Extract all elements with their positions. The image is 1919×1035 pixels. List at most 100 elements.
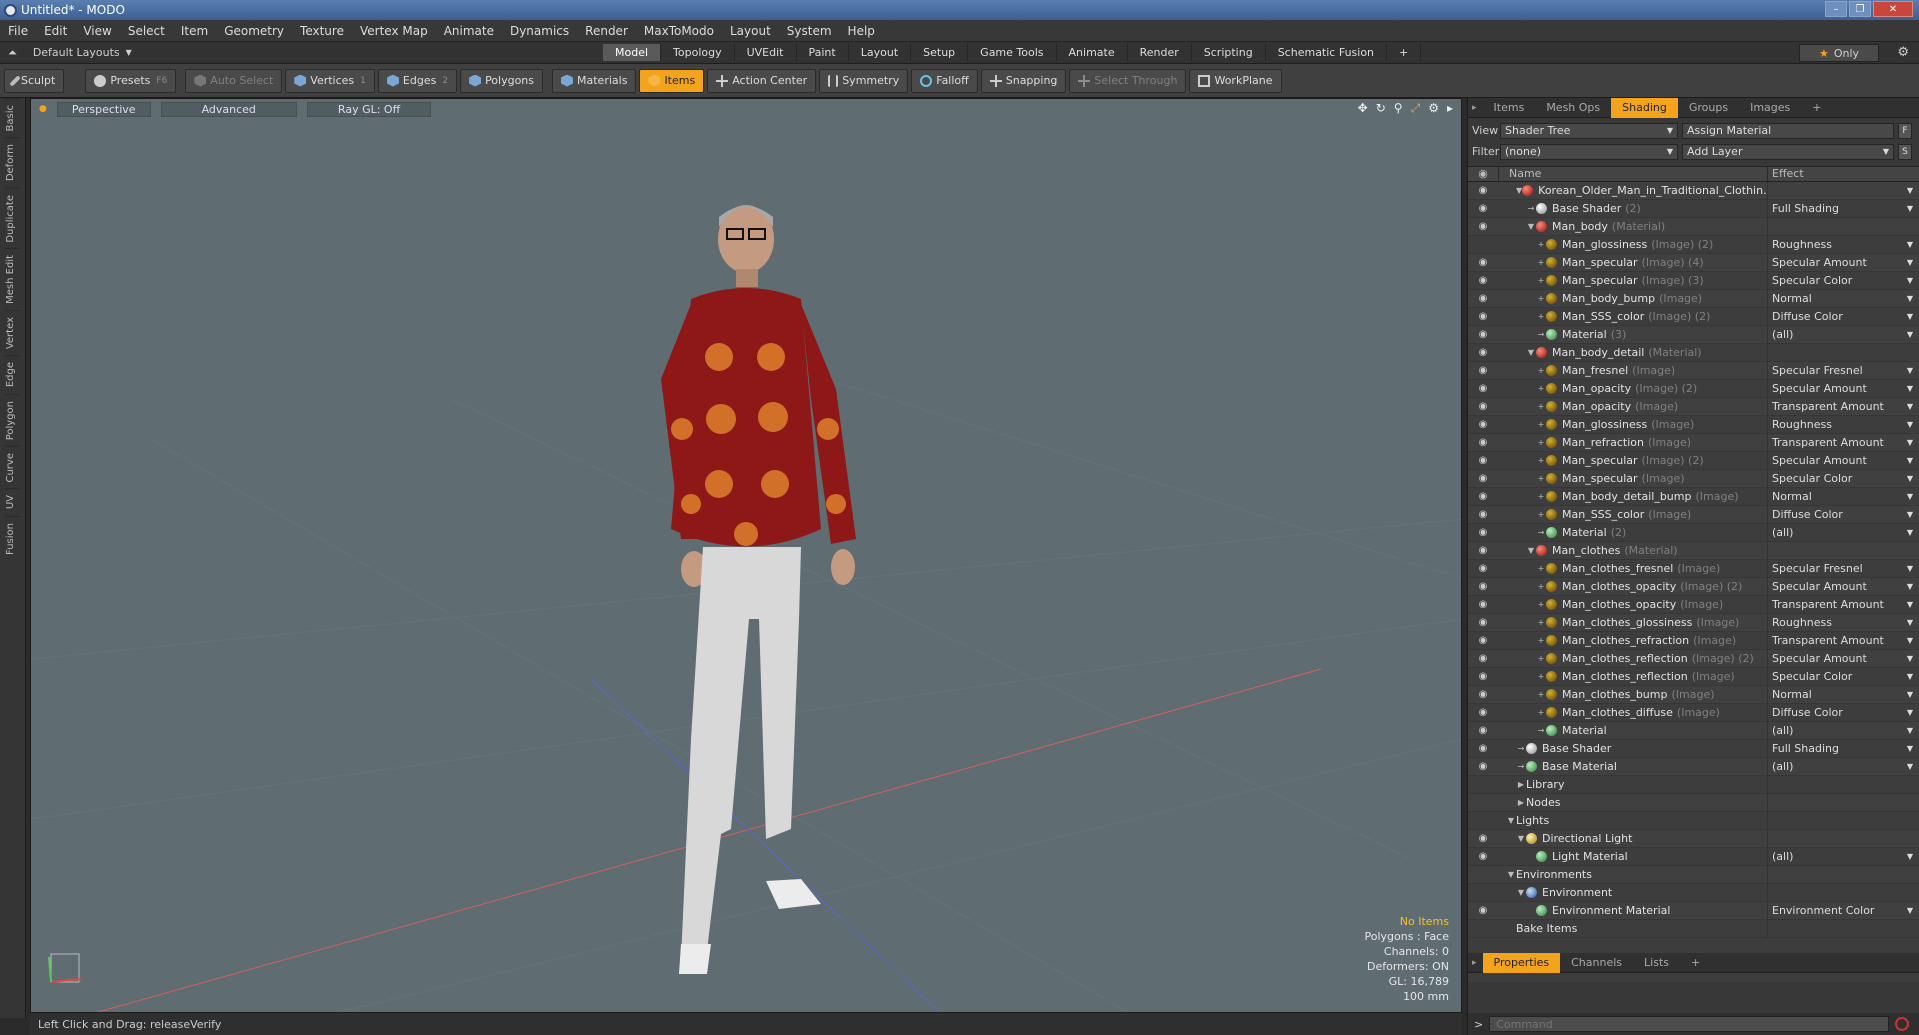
- visibility-toggle[interactable]: ◉: [1468, 635, 1498, 646]
- expand-plus-icon[interactable]: +: [1536, 582, 1546, 591]
- branch-arrow-icon[interactable]: →: [1516, 744, 1526, 753]
- tree-row[interactable]: ▼ Lights: [1468, 811, 1919, 830]
- visibility-toggle[interactable]: ◉: [1468, 401, 1498, 412]
- tab-scripting[interactable]: Scripting: [1192, 44, 1266, 61]
- left-tab-vertex[interactable]: Vertex: [4, 310, 21, 356]
- menu-help[interactable]: Help: [840, 24, 883, 38]
- tree-item-name[interactable]: + Man_specular (Image) (2): [1498, 454, 1767, 467]
- effect-dropdown[interactable]: Specular Amount ▼: [1767, 451, 1919, 470]
- auto-select-button[interactable]: Auto Select: [185, 68, 283, 93]
- tree-item-name[interactable]: ▼ Lights: [1498, 814, 1767, 827]
- tree-row[interactable]: ◉ + Man_SSS_color (Image) Diffuse Color ▼: [1468, 505, 1919, 524]
- expand-plus-icon[interactable]: +: [1536, 438, 1546, 447]
- expand-plus-icon[interactable]: +: [1536, 420, 1546, 429]
- left-tab-curve[interactable]: Curve: [4, 445, 21, 489]
- tree-row[interactable]: ◉ + Man_refraction (Image) Transparent Amoun…: [1468, 433, 1919, 452]
- left-tab-deform[interactable]: Deform: [4, 137, 21, 188]
- left-tab-basic[interactable]: Basic: [4, 98, 21, 138]
- menu-animate[interactable]: Animate: [436, 24, 502, 38]
- record-icon[interactable]: [1895, 1017, 1910, 1031]
- effect-dropdown[interactable]: Specular Color ▼: [1767, 469, 1919, 488]
- effect-dropdown[interactable]: Roughness ▼: [1767, 415, 1919, 434]
- gear-icon[interactable]: ⚙: [1897, 45, 1909, 60]
- branch-arrow-icon[interactable]: →: [1526, 204, 1536, 213]
- menu-layout[interactable]: Layout: [722, 24, 779, 38]
- effect-dropdown[interactable]: Full Shading ▼: [1767, 739, 1919, 758]
- effect-dropdown[interactable]: Roughness ▼: [1767, 235, 1919, 254]
- tree-row[interactable]: ◉ + Man_clothes_glossiness (Image) Roughness…: [1468, 613, 1919, 632]
- expand-plus-icon[interactable]: +: [1536, 294, 1546, 303]
- expand-plus-icon[interactable]: +: [1536, 654, 1546, 663]
- tree-item-name[interactable]: ▼ Environments: [1498, 868, 1767, 881]
- tree-row[interactable]: ◉ + Man_SSS_color (Image) (2) Diffuse Color ▼: [1468, 307, 1919, 326]
- expand-plus-icon[interactable]: +: [1536, 600, 1546, 609]
- effect-dropdown[interactable]: (all) ▼: [1767, 721, 1919, 740]
- visibility-toggle[interactable]: ◉: [1468, 419, 1498, 430]
- tree-row[interactable]: ◉ + Man_body_bump (Image) Normal ▼: [1468, 289, 1919, 308]
- tree-row[interactable]: ◉ + Man_clothes_refraction (Image) Transpare…: [1468, 631, 1919, 650]
- expand-arrow-icon[interactable]: ▼: [1526, 348, 1536, 357]
- select-through-button[interactable]: Select Through: [1069, 68, 1187, 93]
- visibility-toggle[interactable]: ◉: [1468, 851, 1498, 862]
- expand-plus-icon[interactable]: +: [1536, 456, 1546, 465]
- visibility-toggle[interactable]: ◉: [1468, 437, 1498, 448]
- tree-item-name[interactable]: + Man_specular (Image) (3): [1498, 274, 1767, 287]
- tree-item-name[interactable]: → Base Material: [1498, 760, 1767, 773]
- menu-select[interactable]: Select: [120, 24, 173, 38]
- menu-geometry[interactable]: Geometry: [216, 24, 292, 38]
- s-button[interactable]: S: [1898, 143, 1912, 160]
- effect-dropdown[interactable]: Diffuse Color ▼: [1767, 703, 1919, 722]
- visibility-toggle[interactable]: ◉: [1468, 617, 1498, 628]
- add-tab-button[interactable]: +: [1387, 44, 1422, 61]
- effect-dropdown[interactable]: Normal ▼: [1767, 487, 1919, 506]
- command-input[interactable]: [1489, 1016, 1890, 1032]
- effect-dropdown[interactable]: Transparent Amount ▼: [1767, 595, 1919, 614]
- tree-item-name[interactable]: ▼ Man_clothes (Material): [1498, 544, 1767, 557]
- tree-item-name[interactable]: ▶ Library: [1498, 778, 1767, 791]
- tree-row[interactable]: ◉ ▼ Korean_Older_Man_in_Traditional_Clothi…: [1468, 182, 1919, 200]
- tree-row[interactable]: ◉ + Man_specular (Image) (4) Specular Amount…: [1468, 253, 1919, 272]
- visibility-toggle[interactable]: ◉: [1468, 599, 1498, 610]
- tree-row[interactable]: ◉ → Base Shader (2) Full Shading ▼: [1468, 199, 1919, 218]
- move-view-icon[interactable]: ✥: [1358, 101, 1368, 116]
- tree-item-name[interactable]: → Base Shader (2): [1498, 202, 1767, 215]
- branch-arrow-icon[interactable]: →: [1536, 726, 1546, 735]
- effect-dropdown[interactable]: Transparent Amount ▼: [1767, 397, 1919, 416]
- tab-model[interactable]: Model: [603, 44, 662, 61]
- visibility-toggle[interactable]: ◉: [1468, 365, 1498, 376]
- tree-item-name[interactable]: + Man_body_bump (Image): [1498, 292, 1767, 305]
- panel-tab-images[interactable]: Images: [1739, 98, 1801, 118]
- visibility-toggle[interactable]: ◉: [1468, 563, 1498, 574]
- effect-column-header[interactable]: Effect: [1767, 167, 1919, 181]
- tree-row[interactable]: ▼ Environment: [1468, 883, 1919, 902]
- tab-uvedit[interactable]: UVEdit: [735, 44, 797, 61]
- tree-item-name[interactable]: + Man_clothes_opacity (Image) (2): [1498, 580, 1767, 593]
- effect-dropdown[interactable]: Specular Amount ▼: [1767, 649, 1919, 668]
- left-tab-fusion[interactable]: Fusion: [4, 515, 21, 561]
- visibility-toggle[interactable]: ◉: [1468, 473, 1498, 484]
- tree-row[interactable]: ◉ + Man_opacity (Image) (2) Specular Amount ▼: [1468, 379, 1919, 398]
- symmetry-button[interactable]: Symmetry: [819, 68, 909, 93]
- branch-arrow-icon[interactable]: ▶: [1516, 798, 1526, 807]
- rotate-view-icon[interactable]: ↻: [1376, 101, 1386, 116]
- expand-arrow-icon[interactable]: ▼: [1526, 222, 1536, 231]
- tree-item-name[interactable]: ▼ Man_body_detail (Material): [1498, 346, 1767, 359]
- visibility-toggle[interactable]: ◉: [1468, 761, 1498, 772]
- tree-item-name[interactable]: ▼ Korean_Older_Man_in_Traditional_Clothin…: [1498, 184, 1767, 197]
- tab-render[interactable]: Render: [1128, 44, 1192, 61]
- tree-row[interactable]: ◉ + Man_specular (Image) Specular Color ▼: [1468, 469, 1919, 488]
- menu-render[interactable]: Render: [577, 24, 636, 38]
- panel-tab-groups[interactable]: Groups: [1678, 98, 1739, 118]
- menu-system[interactable]: System: [779, 24, 840, 38]
- visibility-toggle[interactable]: ◉: [1468, 329, 1498, 340]
- view-dropdown[interactable]: Shader Tree ▼: [1500, 122, 1678, 139]
- tree-item-name[interactable]: + Man_clothes_glossiness (Image): [1498, 616, 1767, 629]
- tree-item-name[interactable]: + Man_clothes_bump (Image): [1498, 688, 1767, 701]
- f-button[interactable]: F: [1898, 122, 1912, 139]
- tab-game-tools[interactable]: Game Tools: [968, 44, 1057, 61]
- visibility-toggle[interactable]: ◉: [1468, 347, 1498, 358]
- expand-arrow-icon[interactable]: ▼: [1526, 546, 1536, 555]
- tree-row[interactable]: ◉ ▼ Man_clothes (Material): [1468, 541, 1919, 560]
- visibility-toggle[interactable]: ◉: [1468, 689, 1498, 700]
- tree-item-name[interactable]: ▼ Environment: [1498, 886, 1767, 899]
